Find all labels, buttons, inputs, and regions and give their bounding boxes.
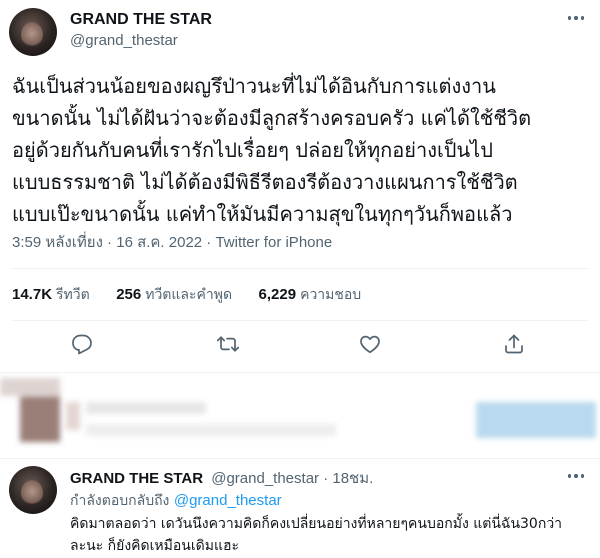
tweet-text-line: ฉันเป็นส่วนน้อยของผญรึป่าวนะที่ไม่ได้อิน… <box>12 74 496 98</box>
avatar[interactable] <box>9 466 57 514</box>
blur-block <box>20 396 60 442</box>
retweets-count: 14.7K <box>12 286 53 303</box>
replying-prefix: กำลังตอบกลับถึง <box>70 493 170 509</box>
tweet-stats: 14.7K รีทวีต 256 ทวีตและคำพูด 6,229 ความชอบ <box>12 284 383 306</box>
quotes-label: ทวีตและคำพูด <box>145 287 233 303</box>
blur-block <box>66 402 80 430</box>
reply-icon[interactable] <box>70 332 94 356</box>
blur-block <box>86 402 206 414</box>
tweet-text-line: แบบธรรมชาติ ไม่ได้ต้องมีพิธีรีตองรีต้องว… <box>12 170 518 194</box>
reply-tweet: GRAND THE STAR @grand_thestar · 18ชม. กำ… <box>0 458 600 558</box>
blur-block <box>86 424 336 436</box>
author-handle[interactable]: @grand_thestar <box>70 32 178 49</box>
blur-block <box>476 402 596 438</box>
tweet-text: ฉันเป็นส่วนน้อยของผญรึป่าวนะที่ไม่ได้อิน… <box>12 70 592 230</box>
divider <box>12 268 588 269</box>
more-options-icon[interactable] <box>564 466 588 486</box>
likes-label: ความชอบ <box>300 287 362 303</box>
quotes-stat[interactable]: 256 ทวีตและคำพูด <box>116 286 254 303</box>
replying-to-link[interactable]: @grand_thestar <box>174 492 282 509</box>
share-icon[interactable] <box>502 332 526 356</box>
reply-header: GRAND THE STAR @grand_thestar · 18ชม. <box>70 466 373 490</box>
reply-author-handle[interactable]: @grand_thestar · 18ชม. <box>211 470 373 487</box>
avatar[interactable] <box>9 8 57 56</box>
divider <box>12 320 588 321</box>
likes-count: 6,229 <box>258 286 297 303</box>
tweet-timestamp[interactable]: 3:59 หลังเที่ยง · 16 ส.ค. 2022 · Twitter… <box>12 230 332 254</box>
censored-content <box>0 372 600 458</box>
like-icon[interactable] <box>358 332 382 356</box>
quotes-count: 256 <box>116 286 142 303</box>
reply-author-name[interactable]: GRAND THE STAR <box>70 470 203 487</box>
tweet-text-line: แบบเป๊ะขนาดนั้น แค่ทำให้มันมีความสุขในทุ… <box>12 202 513 226</box>
retweet-icon[interactable] <box>216 332 240 356</box>
tweet-text-line: ขนาดนั้น ไม่ได้ฝันว่าจะต้องมีลูกสร้างครอ… <box>12 106 532 130</box>
tweet-actions <box>0 330 600 358</box>
reply-text-line: คิดมาตลอดว่า เดวันนึงความคิดก็คงเปลี่ยนอ… <box>70 516 563 532</box>
reply-text-line: ละนะ ก็ยังคิดเหมือนเดิมแฮะ <box>70 538 240 554</box>
replying-to: กำลังตอบกลับถึง @grand_thestar <box>70 490 282 512</box>
tweet-text-line: อยู่ด้วยกันกับคนที่เรารักไปเรื่อยๆ ปล่อย… <box>12 138 493 162</box>
reply-text: คิดมาตลอดว่า เดวันนึงความคิดก็คงเปลี่ยนอ… <box>70 513 590 557</box>
author-name[interactable]: GRAND THE STAR <box>70 11 212 29</box>
retweets-stat[interactable]: 14.7K รีทวีต <box>12 286 112 303</box>
main-tweet: GRAND THE STAR @grand_thestar ฉันเป็นส่ว… <box>0 0 600 372</box>
more-options-icon[interactable] <box>564 8 588 28</box>
likes-stat[interactable]: 6,229 ความชอบ <box>258 286 384 303</box>
blur-block <box>0 378 60 396</box>
retweets-label: รีทวีต <box>56 287 90 303</box>
